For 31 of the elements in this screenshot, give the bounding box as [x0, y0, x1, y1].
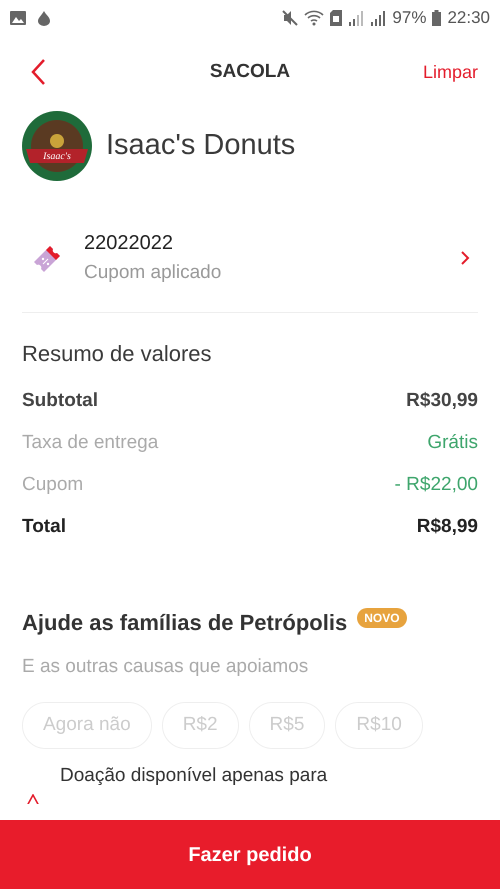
- summary-value: Grátis: [427, 430, 478, 455]
- summary-value: R$8,99: [416, 514, 478, 539]
- summary-label: Taxa de entrega: [22, 430, 158, 455]
- sim-icon: [330, 10, 342, 26]
- battery-level: 97%: [392, 7, 426, 30]
- coupon-status: Cupom aplicado: [84, 261, 222, 285]
- mute-icon: [282, 10, 298, 26]
- section-title: Ajude as famílias de Petrópolis: [22, 609, 348, 637]
- store-logo: Isaac's: [22, 111, 92, 181]
- summary-label: Cupom: [22, 472, 84, 497]
- summary-label: Subtotal: [22, 388, 98, 413]
- image-icon: [10, 11, 26, 25]
- battery-icon: [432, 10, 442, 26]
- wifi-icon: [304, 10, 324, 26]
- store-name: Isaac's Donuts: [106, 128, 296, 164]
- clock: 22:30: [447, 7, 490, 30]
- page-title: SACOLA: [210, 60, 290, 84]
- place-order-button[interactable]: Fazer pedido: [0, 820, 500, 889]
- signal-icon: [370, 10, 386, 26]
- clear-button[interactable]: Limpar: [422, 58, 478, 86]
- summary-value: - R$22,00: [394, 472, 478, 497]
- section-subtitle: E as outras causas que apoiamos: [22, 655, 310, 679]
- coupon-row[interactable]: 22022022 Cupom aplicado: [22, 228, 478, 288]
- signal-icon: [348, 10, 364, 26]
- chevron-icon: [461, 251, 470, 265]
- summary-label: Total: [22, 514, 66, 539]
- summary-value: R$30,99: [406, 388, 478, 413]
- coupon-code: 22022022: [84, 231, 174, 256]
- new-badge: NOVO: [357, 608, 407, 628]
- section-title: Resumo de valores: [22, 340, 213, 368]
- donation-notice: Doação disponível apenas para: [60, 764, 328, 788]
